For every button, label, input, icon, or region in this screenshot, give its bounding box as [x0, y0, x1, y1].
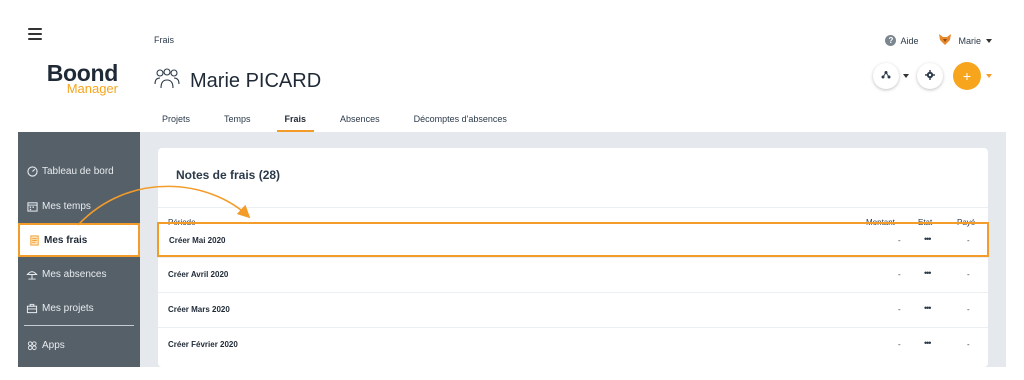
- share-button[interactable]: [873, 63, 899, 89]
- sidebar-item-label: Mes frais: [44, 234, 88, 246]
- sidebar-item-tableau-de-bord[interactable]: Tableau de bord: [18, 154, 140, 188]
- share-menu-chevron-icon[interactable]: [903, 74, 909, 78]
- apps-icon: [26, 339, 38, 351]
- sidebar-item-apps[interactable]: Apps: [18, 328, 140, 362]
- table-row[interactable]: Créer Mars 2020 - ••• -: [158, 292, 988, 327]
- main-content: Notes de frais (28) Période Montant Etat…: [140, 132, 1006, 367]
- calendar-icon: [26, 200, 38, 212]
- beach-umbrella-icon: [26, 268, 38, 280]
- tab-projets[interactable]: Projets: [154, 114, 198, 132]
- page-header: Frais Marie PICARD Projets Temps Frais A…: [140, 20, 1006, 132]
- brand-area: Boond Manager: [18, 20, 140, 132]
- row-state: •••: [924, 234, 932, 244]
- help-link[interactable]: ? Aide: [885, 35, 918, 46]
- top-right-menu: ? Aide Marie: [885, 33, 992, 48]
- header-actions: +: [873, 62, 992, 90]
- sidebar-item-mes-temps[interactable]: Mes temps: [18, 189, 140, 223]
- sidebar-item-label: Tableau de bord: [42, 165, 114, 177]
- table-row[interactable]: Créer Février 2020 - ••• -: [158, 327, 988, 362]
- expense-notes-card: Notes de frais (28) Période Montant Etat…: [157, 148, 989, 367]
- logo-subtext: Manager: [66, 81, 118, 96]
- sidebar-divider: [24, 325, 134, 326]
- row-amount: -: [898, 305, 901, 314]
- user-avatar-icon: [938, 33, 952, 48]
- sidebar-item-mes-absences[interactable]: Mes absences: [18, 257, 140, 291]
- row-amount: -: [898, 236, 901, 245]
- row-period[interactable]: Créer Mai 2020: [169, 236, 225, 245]
- row-state: •••: [924, 338, 932, 348]
- table-row[interactable]: Créer Avril 2020 - ••• -: [158, 257, 988, 292]
- row-period[interactable]: Créer Février 2020: [168, 340, 238, 349]
- dashboard-icon: [26, 165, 38, 177]
- sidebar-item-label: Mes temps: [42, 200, 91, 212]
- sidebar-item-label: Apps: [42, 339, 65, 351]
- card-title: Notes de frais (28): [176, 168, 281, 182]
- hamburger-menu-icon[interactable]: [28, 28, 42, 40]
- briefcase-icon: [26, 302, 38, 314]
- table-row[interactable]: Créer Mai 2020 - ••• -: [157, 222, 989, 257]
- tab-bar: Projets Temps Frais Absences Décomptes d…: [154, 114, 515, 132]
- sidebar-item-mes-projets[interactable]: Mes projets: [18, 291, 140, 325]
- row-paid: -: [967, 236, 970, 245]
- chevron-down-icon: [986, 38, 992, 43]
- sidebar: Tableau de bord Mes temps Mes frais Mes …: [18, 132, 140, 367]
- row-paid: -: [967, 340, 970, 349]
- share-icon: [881, 67, 891, 85]
- row-paid: -: [967, 305, 970, 314]
- row-amount: -: [898, 270, 901, 279]
- help-label: Aide: [900, 35, 919, 46]
- sidebar-item-label: Mes absences: [42, 268, 107, 280]
- user-name: Marie: [958, 35, 981, 46]
- add-button[interactable]: +: [953, 62, 981, 90]
- people-icon: [154, 68, 180, 95]
- help-icon: ?: [885, 35, 897, 46]
- page-title: Marie PICARD: [190, 70, 322, 92]
- tab-absences[interactable]: Absences: [332, 114, 388, 132]
- receipt-icon: [28, 234, 40, 246]
- sidebar-item-label: Mes projets: [42, 302, 94, 314]
- tab-decomptes-absences[interactable]: Décomptes d'absences: [406, 114, 515, 132]
- tab-frais[interactable]: Frais: [276, 114, 315, 132]
- row-period[interactable]: Créer Avril 2020: [168, 270, 228, 279]
- add-menu-chevron-icon[interactable]: [986, 74, 992, 78]
- sidebar-item-mes-frais[interactable]: Mes frais: [18, 223, 140, 257]
- row-paid: -: [967, 270, 970, 279]
- row-period[interactable]: Créer Mars 2020: [168, 305, 230, 314]
- page-title-area: Marie PICARD: [154, 68, 321, 95]
- breadcrumb[interactable]: Frais: [154, 35, 174, 45]
- row-state: •••: [924, 268, 932, 278]
- gear-icon: [925, 67, 935, 85]
- row-state: •••: [924, 303, 932, 313]
- tab-temps[interactable]: Temps: [216, 114, 259, 132]
- logo[interactable]: Boond Manager: [18, 62, 140, 96]
- settings-button[interactable]: [917, 63, 943, 89]
- user-menu[interactable]: Marie: [938, 33, 992, 48]
- row-amount: -: [898, 340, 901, 349]
